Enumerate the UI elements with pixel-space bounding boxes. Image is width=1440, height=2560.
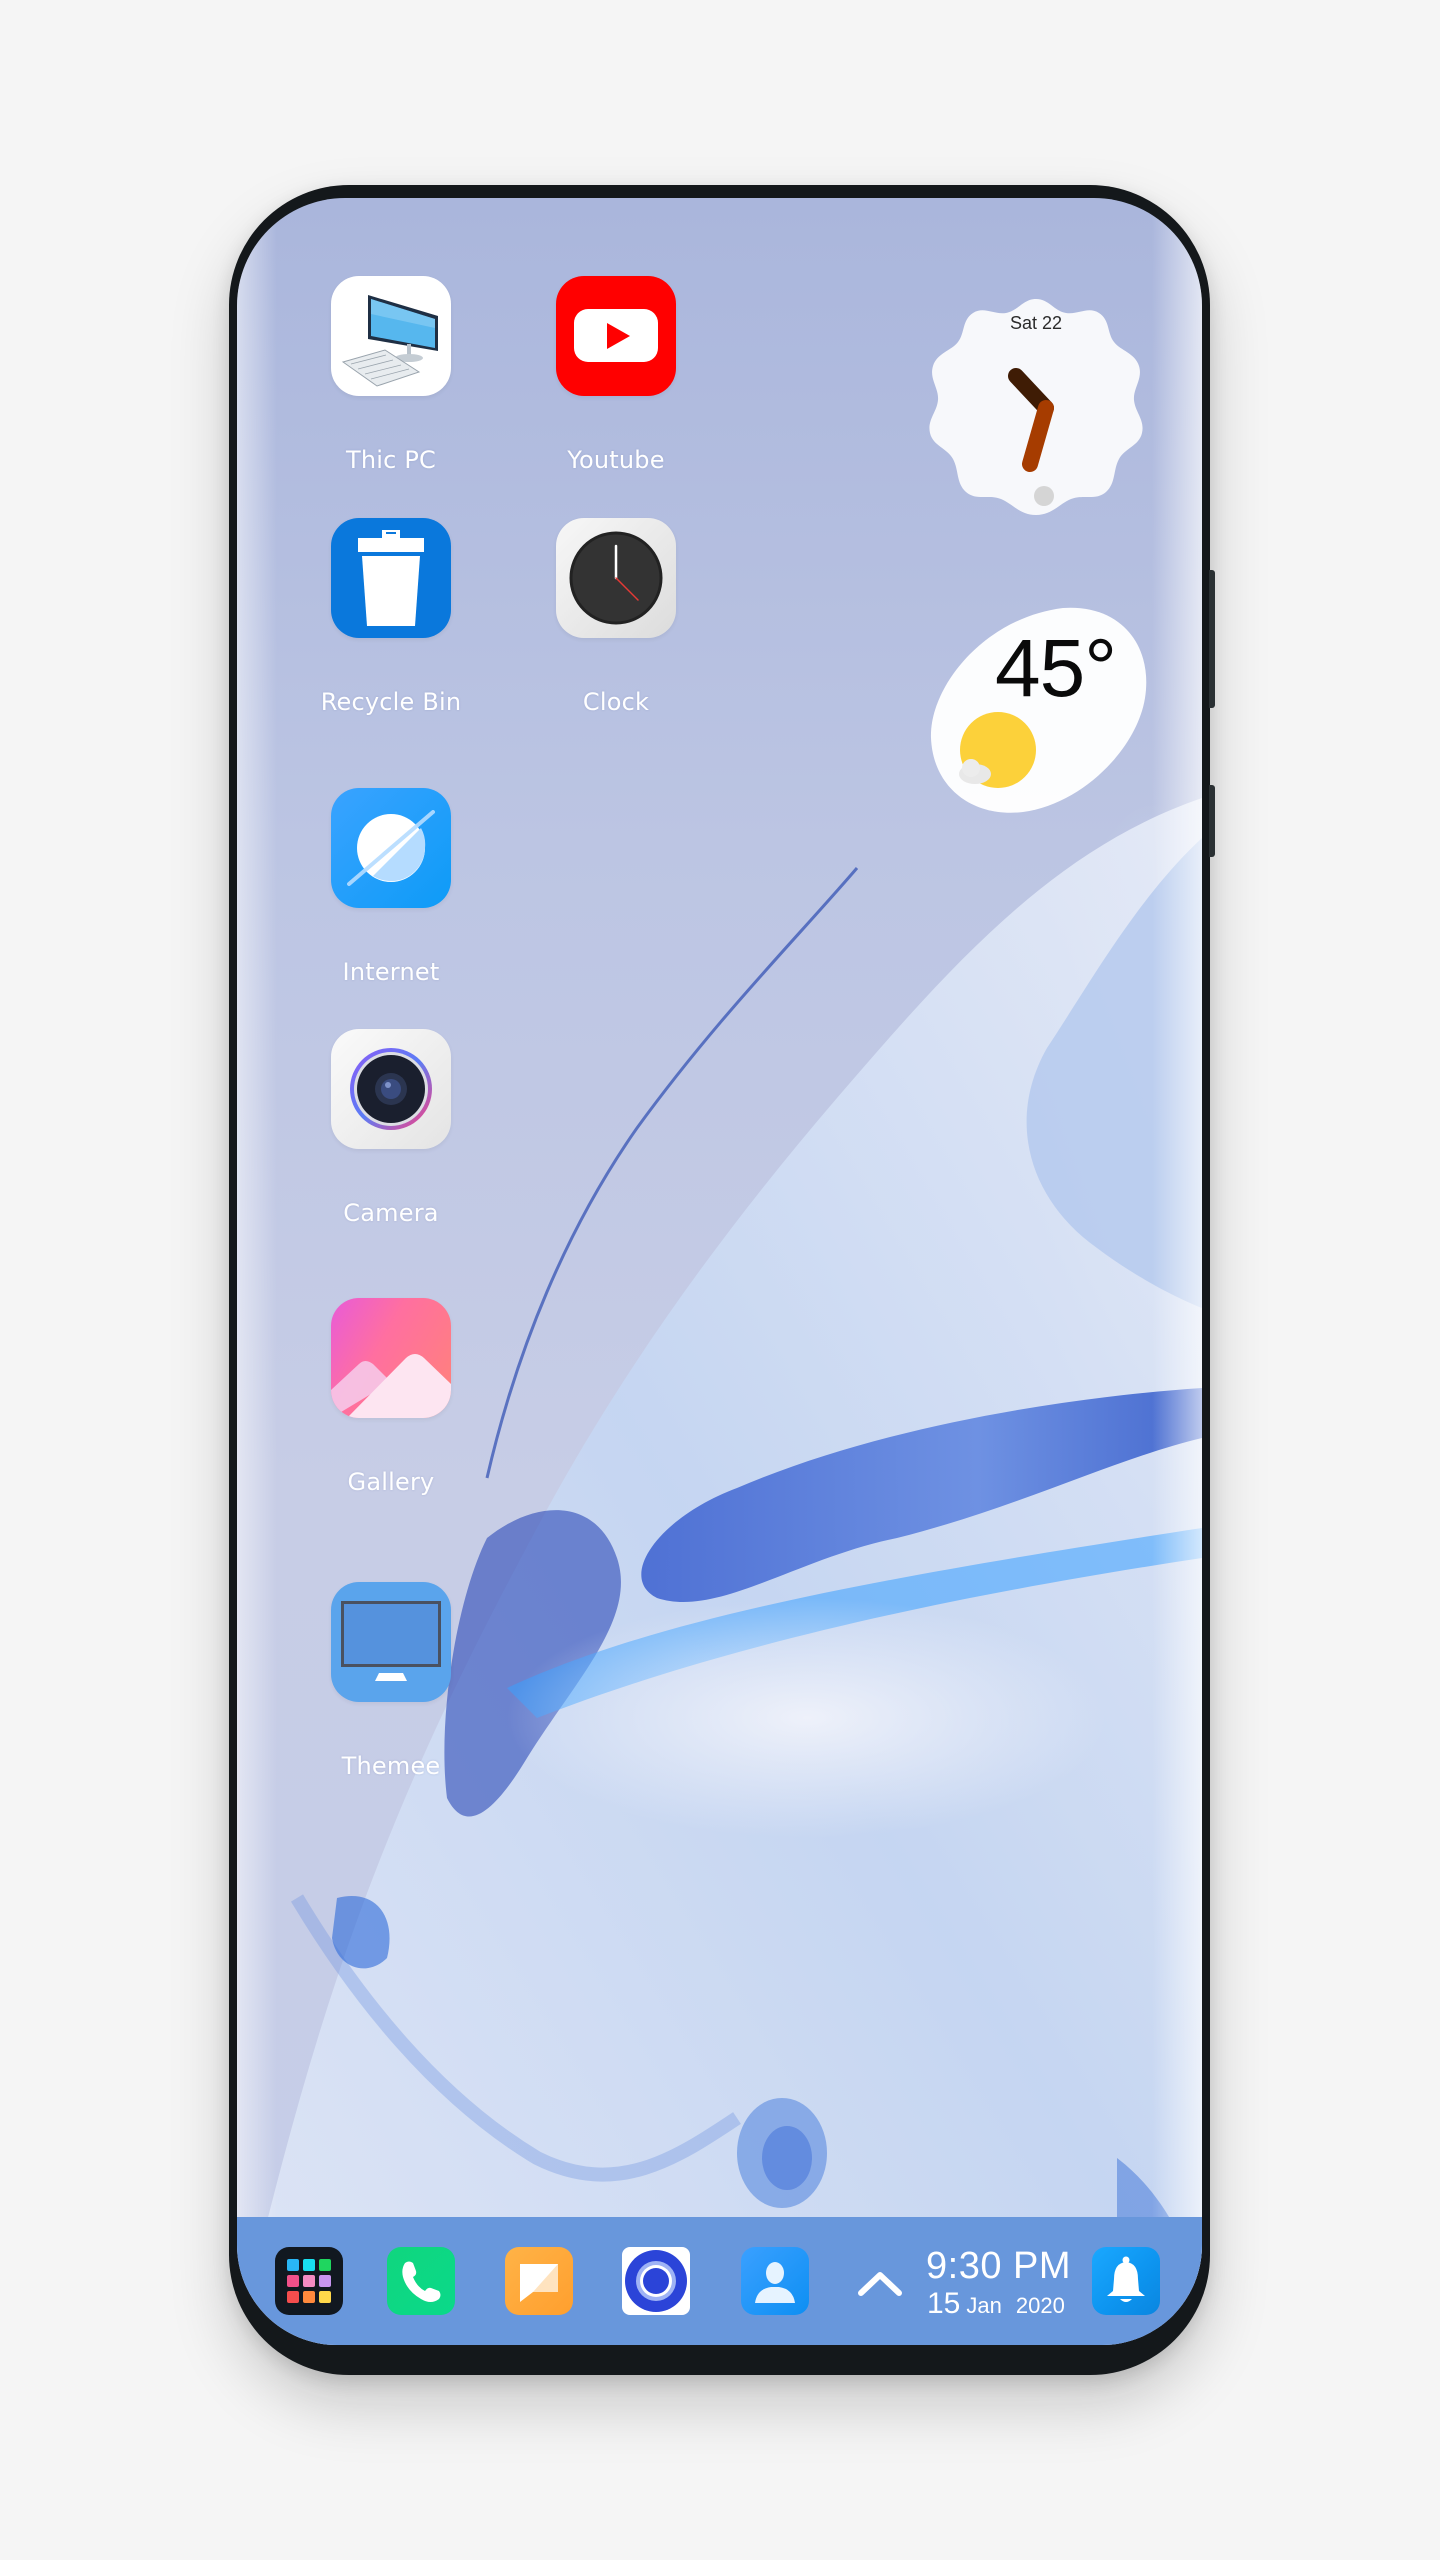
dock-clock-date[interactable]: 15 Jan 2020	[927, 2289, 1065, 2319]
date-day: 15	[927, 2287, 961, 2320]
app-label: Internet	[342, 958, 440, 986]
app-label: Youtube	[567, 446, 665, 474]
screen-edge-glow-right	[1152, 198, 1202, 2345]
app-internet[interactable]: Internet	[291, 788, 491, 986]
app-label: Gallery	[347, 1468, 435, 1496]
app-gallery[interactable]: Gallery	[291, 1298, 491, 1496]
app-youtube[interactable]: Youtube	[516, 276, 716, 474]
dock-phone-button[interactable]	[387, 2247, 455, 2315]
home-screen: Thic PC Youtube Recycle Bin Clock Intern…	[237, 198, 1202, 2345]
analog-clock-icon	[556, 518, 676, 638]
app-label: Recycle Bin	[320, 688, 462, 716]
app-label: Camera	[343, 1199, 439, 1227]
phone-icon	[402, 2261, 441, 2302]
dock-clock-time[interactable]: 9:30 PM	[926, 2247, 1071, 2285]
mountain-photo-icon	[331, 1298, 451, 1418]
date-year: 2020	[1015, 2293, 1065, 2318]
power-button	[1209, 785, 1215, 857]
grid-apps-icon	[287, 2259, 331, 2303]
dock-contacts-button[interactable]	[741, 2247, 809, 2315]
bell-icon	[1107, 2256, 1145, 2302]
dock-taskbar: 9:30 PM 15 Jan 2020	[237, 2217, 1202, 2345]
app-camera[interactable]: Camera	[291, 1029, 491, 1227]
weather-widget[interactable]: 45°	[923, 598, 1163, 828]
dock-messages-button[interactable]	[505, 2247, 573, 2315]
volume-button	[1209, 570, 1215, 708]
dock-notifications-button[interactable]	[1092, 2247, 1160, 2315]
message-note-icon	[520, 2264, 558, 2302]
computer-icon	[331, 276, 451, 396]
ring-circle-icon	[625, 2250, 687, 2312]
planet-browser-icon	[331, 788, 451, 908]
dock-browser-button[interactable]	[622, 2247, 690, 2315]
weather-temperature: 45°	[995, 623, 1117, 714]
screen-edge-glow-left	[237, 198, 277, 2345]
app-this-pc[interactable]: Thic PC	[291, 276, 491, 474]
date-month: Jan	[966, 2293, 1002, 2318]
person-icon	[755, 2262, 795, 2303]
clock-widget[interactable]: Sat 22	[925, 293, 1147, 515]
app-themee[interactable]: Themee	[291, 1582, 491, 1780]
trash-bin-icon	[331, 518, 451, 638]
chevron-up-icon[interactable]	[857, 2267, 903, 2297]
dock-app-drawer-button[interactable]	[275, 2247, 343, 2315]
app-label: Thic PC	[346, 446, 436, 474]
phone-frame: Thic PC Youtube Recycle Bin Clock Intern…	[229, 185, 1215, 2375]
app-recycle-bin[interactable]: Recycle Bin	[291, 518, 491, 716]
sun-cloud-icon	[959, 712, 1036, 788]
app-label: Clock	[582, 688, 650, 716]
app-label: Themee	[341, 1752, 441, 1780]
youtube-play-icon	[556, 276, 676, 396]
app-clock[interactable]: Clock	[516, 518, 716, 716]
camera-lens-icon	[331, 1029, 451, 1149]
clock-widget-date: Sat 22	[1009, 313, 1063, 333]
monitor-icon	[331, 1582, 451, 1702]
